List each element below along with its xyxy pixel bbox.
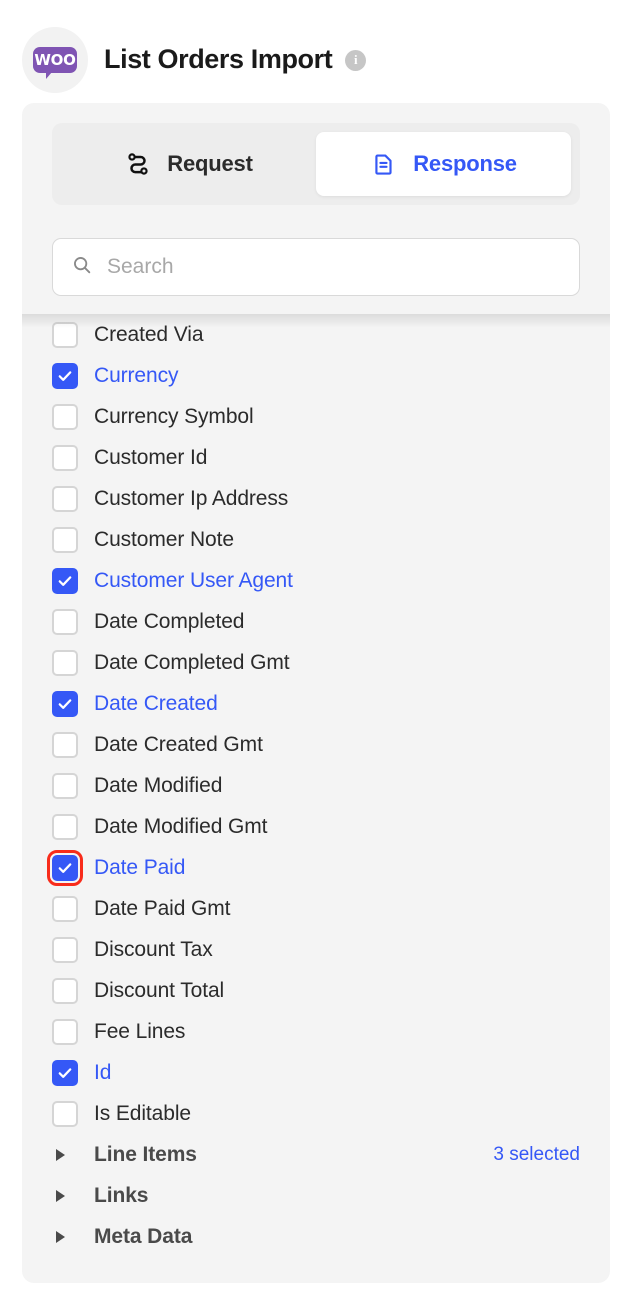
group-label: Links — [94, 1183, 149, 1207]
field-row[interactable]: Discount Total — [22, 970, 610, 1011]
checkbox-unchecked[interactable] — [52, 444, 78, 471]
field-row[interactable]: Customer Ip Address — [22, 478, 610, 519]
woocommerce-logo: WOO — [22, 27, 88, 93]
tab-request[interactable]: Request — [61, 132, 316, 196]
check-icon — [58, 575, 72, 586]
checkbox-checked[interactable] — [52, 567, 78, 594]
woo-logo-text: WOO — [34, 50, 76, 69]
check-icon — [58, 698, 72, 709]
checkbox-unchecked[interactable] — [52, 936, 78, 963]
group-label: Meta Data — [94, 1224, 193, 1248]
checkbox-unchecked[interactable] — [52, 649, 78, 676]
chevron-right-icon[interactable] — [52, 1148, 82, 1161]
field-label: Date Created Gmt — [94, 732, 263, 756]
page-title: List Orders Import — [104, 44, 333, 75]
field-label: Discount Tax — [94, 937, 213, 961]
tab-request-label: Request — [167, 151, 253, 176]
field-label: Date Modified Gmt — [94, 814, 268, 838]
checkbox-unchecked[interactable] — [52, 813, 78, 840]
checkbox-unchecked[interactable] — [52, 1018, 78, 1045]
group-row[interactable]: Links — [22, 1175, 610, 1216]
field-rows: Created Via Currency Currency Symbol Custom… — [22, 314, 610, 1134]
field-row[interactable]: Id — [22, 1052, 610, 1093]
group-label: Line Items — [94, 1142, 197, 1166]
checkbox-checked[interactable] — [52, 690, 78, 717]
field-label: Currency — [94, 363, 179, 387]
tab-response-label: Response — [413, 151, 517, 176]
checkbox-unchecked[interactable] — [52, 608, 78, 635]
field-row[interactable]: Currency — [22, 355, 610, 396]
field-row[interactable]: Date Modified — [22, 765, 610, 806]
field-label: Date Modified — [94, 773, 223, 797]
field-row[interactable]: Currency Symbol — [22, 396, 610, 437]
field-label: Is Editable — [94, 1101, 191, 1125]
field-label: Customer Ip Address — [94, 486, 289, 510]
field-row[interactable]: Date Modified Gmt — [22, 806, 610, 847]
page-header: WOO List Orders Import i — [0, 0, 632, 100]
field-label: Customer Id — [94, 445, 208, 469]
checkbox-unchecked[interactable] — [52, 977, 78, 1004]
field-row[interactable]: Created Via — [22, 314, 610, 355]
check-icon — [58, 862, 72, 873]
search-input[interactable] — [107, 255, 561, 279]
field-label: Id — [94, 1060, 112, 1084]
check-icon — [58, 370, 72, 381]
search-box[interactable] — [52, 238, 580, 296]
app-root: WOO List Orders Import i Request Respons… — [0, 0, 632, 1304]
field-label: Discount Total — [94, 978, 225, 1002]
tab-response[interactable]: Response — [316, 132, 571, 196]
field-row[interactable]: Fee Lines — [22, 1011, 610, 1052]
field-label: Date Created — [94, 691, 218, 715]
checkbox-unchecked[interactable] — [52, 895, 78, 922]
document-icon — [370, 150, 398, 178]
checkbox-unchecked[interactable] — [52, 403, 78, 430]
field-label: Date Completed Gmt — [94, 650, 290, 674]
field-row[interactable]: Customer Note — [22, 519, 610, 560]
checkbox-checked[interactable] — [52, 1059, 78, 1086]
route-icon — [124, 150, 152, 178]
field-label: Fee Lines — [94, 1019, 186, 1043]
chevron-right-icon[interactable] — [52, 1230, 82, 1243]
field-row[interactable]: Date Completed Gmt — [22, 642, 610, 683]
group-row[interactable]: Line Items 3 selected — [22, 1134, 610, 1175]
field-row[interactable]: Date Created — [22, 683, 610, 724]
checkbox-unchecked[interactable] — [52, 321, 78, 348]
group-rows: Line Items 3 selected Links Meta Data — [22, 1134, 610, 1257]
checkbox-checked[interactable] — [47, 849, 83, 886]
response-panel: Request Response Search Created Via Curr… — [22, 103, 610, 1283]
search-icon — [71, 254, 93, 281]
field-label: Currency Symbol — [94, 404, 254, 428]
checkbox-unchecked[interactable] — [52, 526, 78, 553]
field-list[interactable]: Created Via Currency Currency Symbol Custom… — [22, 314, 610, 1277]
field-row[interactable]: Date Completed — [22, 601, 610, 642]
field-row[interactable]: Date Paid Gmt — [22, 888, 610, 929]
chevron-right-icon[interactable] — [52, 1189, 82, 1202]
field-label: Created Via — [94, 322, 204, 346]
group-row[interactable]: Meta Data — [22, 1216, 610, 1257]
field-row[interactable]: Customer User Agent — [22, 560, 610, 601]
checkbox-unchecked[interactable] — [52, 1100, 78, 1127]
checkbox-unchecked[interactable] — [52, 731, 78, 758]
field-row[interactable]: Date Created Gmt — [22, 724, 610, 765]
checkbox-checked[interactable] — [52, 362, 78, 389]
title-row: List Orders Import i — [104, 44, 367, 75]
field-label: Customer Note — [94, 527, 234, 551]
group-selected-count: 3 selected — [493, 1143, 580, 1165]
checkbox-unchecked[interactable] — [52, 485, 78, 512]
field-row[interactable]: Customer Id — [22, 437, 610, 478]
check-icon — [58, 1067, 72, 1078]
woo-badge-icon: WOO — [33, 47, 77, 79]
tab-bar: Request Response — [52, 123, 580, 205]
field-label: Date Paid Gmt — [94, 896, 231, 920]
field-row[interactable]: Is Editable — [22, 1093, 610, 1134]
field-label: Customer User Agent — [94, 568, 293, 592]
info-icon[interactable]: i — [345, 49, 367, 71]
field-row[interactable]: Date Paid — [22, 847, 610, 888]
field-label: Date Paid — [94, 855, 186, 879]
field-label: Date Completed — [94, 609, 245, 633]
checkbox-unchecked[interactable] — [52, 772, 78, 799]
field-row[interactable]: Discount Tax — [22, 929, 610, 970]
